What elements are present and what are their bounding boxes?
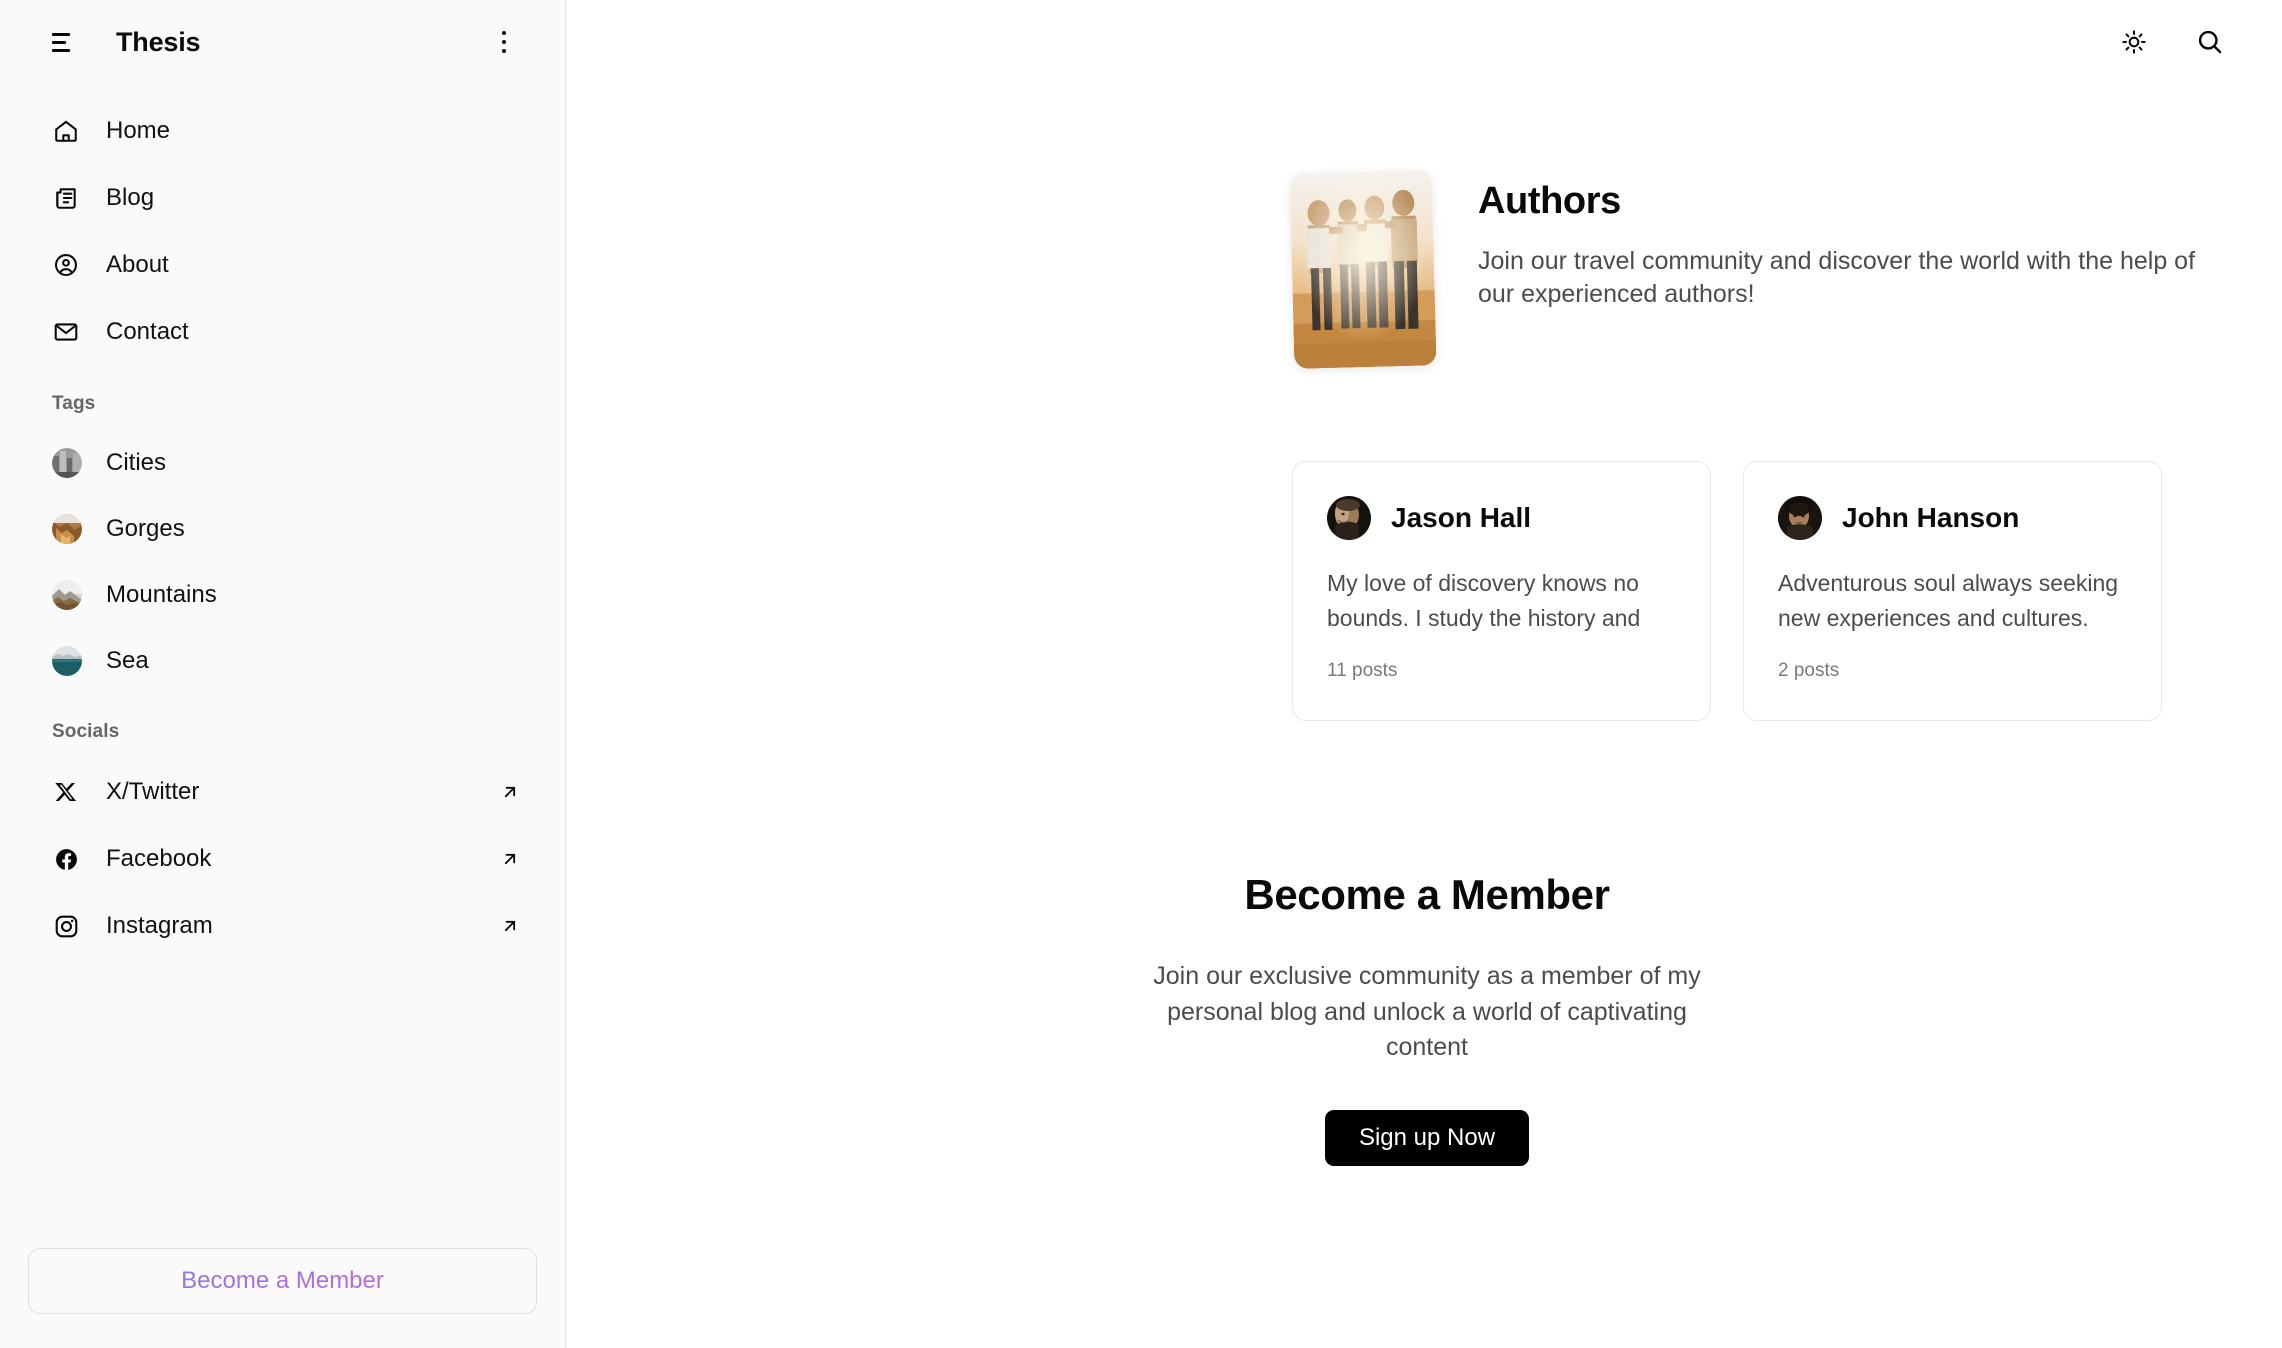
sidebar-item-label: About xyxy=(106,251,169,278)
author-header: John Hanson xyxy=(1778,496,2127,540)
sea-thumbnail xyxy=(52,646,82,676)
sidebar-body: Home Blog About Contact Tags Cities Gorg… xyxy=(0,84,565,1248)
sidebar: Thesis Home Blog About Contact Tags Citi… xyxy=(0,0,566,1348)
john-hanson-avatar xyxy=(1778,496,1822,540)
hero-text: Authors Join our travel community and di… xyxy=(1478,172,2202,312)
main-content: Authors Join our travel community and di… xyxy=(566,0,2282,1348)
home-icon xyxy=(52,117,80,145)
external-link-arrow-icon xyxy=(499,848,521,870)
cta-title: Become a Member xyxy=(1244,871,1610,918)
author-name: John Hanson xyxy=(1842,502,2020,533)
jason-hall-avatar xyxy=(1327,496,1371,540)
kebab-menu-icon[interactable] xyxy=(491,27,517,57)
author-post-count: 2 posts xyxy=(1778,660,1840,681)
sidebar-tag-sea[interactable]: Sea xyxy=(0,639,565,683)
sidebar-tag-label: Mountains xyxy=(106,581,217,608)
content-area: Authors Join our travel community and di… xyxy=(566,170,2282,1166)
sidebar-item-home[interactable]: Home xyxy=(0,108,565,154)
external-link-arrow-icon xyxy=(499,781,521,803)
sidebar-tag-mountains[interactable]: Mountains xyxy=(0,573,565,617)
cta-subtitle: Join our exclusive community as a member… xyxy=(1153,962,1701,1061)
author-post-count: 11 posts xyxy=(1327,660,1398,681)
search-icon[interactable] xyxy=(2190,22,2230,62)
tags-section-heading: Tags xyxy=(52,393,96,414)
socials-section-heading: Socials xyxy=(52,721,120,742)
sidebar-social-label: Instagram xyxy=(106,912,213,939)
authors-subtitle: Join our travel community and discover t… xyxy=(1478,247,2196,309)
app-root: Thesis Home Blog About Contact Tags Citi… xyxy=(0,0,2282,1348)
sidebar-social-facebook[interactable]: Facebook xyxy=(0,836,565,882)
sidebar-item-about[interactable]: About xyxy=(0,242,565,288)
sidebar-social-label: Facebook xyxy=(106,845,212,872)
sidebar-tag-cities[interactable]: Cities xyxy=(0,441,565,485)
sidebar-social-label: X/Twitter xyxy=(106,778,200,805)
sidebar-tag-label: Cities xyxy=(106,449,167,476)
author-bio: My love of discovery knows no bounds. I … xyxy=(1327,570,1641,631)
sidebar-footer: Become a Member xyxy=(0,1248,565,1348)
sidebar-social-x-twitter[interactable]: X/Twitter xyxy=(0,769,565,815)
authors-list: Jason Hall My love of discovery knows no… xyxy=(566,461,2282,721)
sidebar-tag-label: Sea xyxy=(106,647,149,674)
sidebar-item-label: Contact xyxy=(106,318,189,345)
author-bio: Adventurous soul always seeking new expe… xyxy=(1778,570,2119,631)
topbar xyxy=(566,0,2282,84)
hamburger-icon[interactable] xyxy=(52,27,82,57)
sidebar-item-label: Blog xyxy=(106,184,155,211)
become-a-member-button[interactable]: Become a Member xyxy=(28,1248,537,1314)
authors-title: Authors xyxy=(1478,180,1621,222)
instagram-icon xyxy=(52,912,80,940)
facebook-icon xyxy=(52,845,80,873)
sidebar-tag-gorges[interactable]: Gorges xyxy=(0,507,565,551)
envelope-icon xyxy=(52,318,80,346)
author-name: Jason Hall xyxy=(1391,502,1532,533)
page-title: Thesis xyxy=(116,26,201,57)
newspaper-icon xyxy=(52,184,80,212)
sidebar-tag-label: Gorges xyxy=(106,515,185,542)
author-card[interactable]: John Hanson Adventurous soul always seek… xyxy=(1743,461,2162,721)
sidebar-item-label: Home xyxy=(106,117,171,144)
primary-nav: Home Blog About Contact xyxy=(0,108,565,355)
cities-thumbnail xyxy=(52,448,82,478)
x-twitter-icon xyxy=(52,778,80,806)
sidebar-header: Thesis xyxy=(0,0,565,84)
author-card[interactable]: Jason Hall My love of discovery knows no… xyxy=(1292,461,1711,721)
external-link-arrow-icon xyxy=(499,915,521,937)
user-circle-icon xyxy=(52,251,80,279)
sign-up-now-button[interactable]: Sign up Now xyxy=(1324,1109,1530,1166)
author-header: Jason Hall xyxy=(1327,496,1676,540)
sun-icon[interactable] xyxy=(2114,22,2154,62)
friends-sunset-photo xyxy=(1289,170,1437,369)
authors-hero: Authors Join our travel community and di… xyxy=(566,170,2282,369)
gorges-thumbnail xyxy=(52,514,82,544)
sidebar-item-contact[interactable]: Contact xyxy=(0,309,565,355)
membership-cta: Become a Member Join our exclusive commu… xyxy=(566,871,2282,1166)
sidebar-item-blog[interactable]: Blog xyxy=(0,175,565,221)
sidebar-social-instagram[interactable]: Instagram xyxy=(0,903,565,949)
mountains-thumbnail xyxy=(52,580,82,610)
nav-list: Home Blog About Contact xyxy=(0,108,565,355)
